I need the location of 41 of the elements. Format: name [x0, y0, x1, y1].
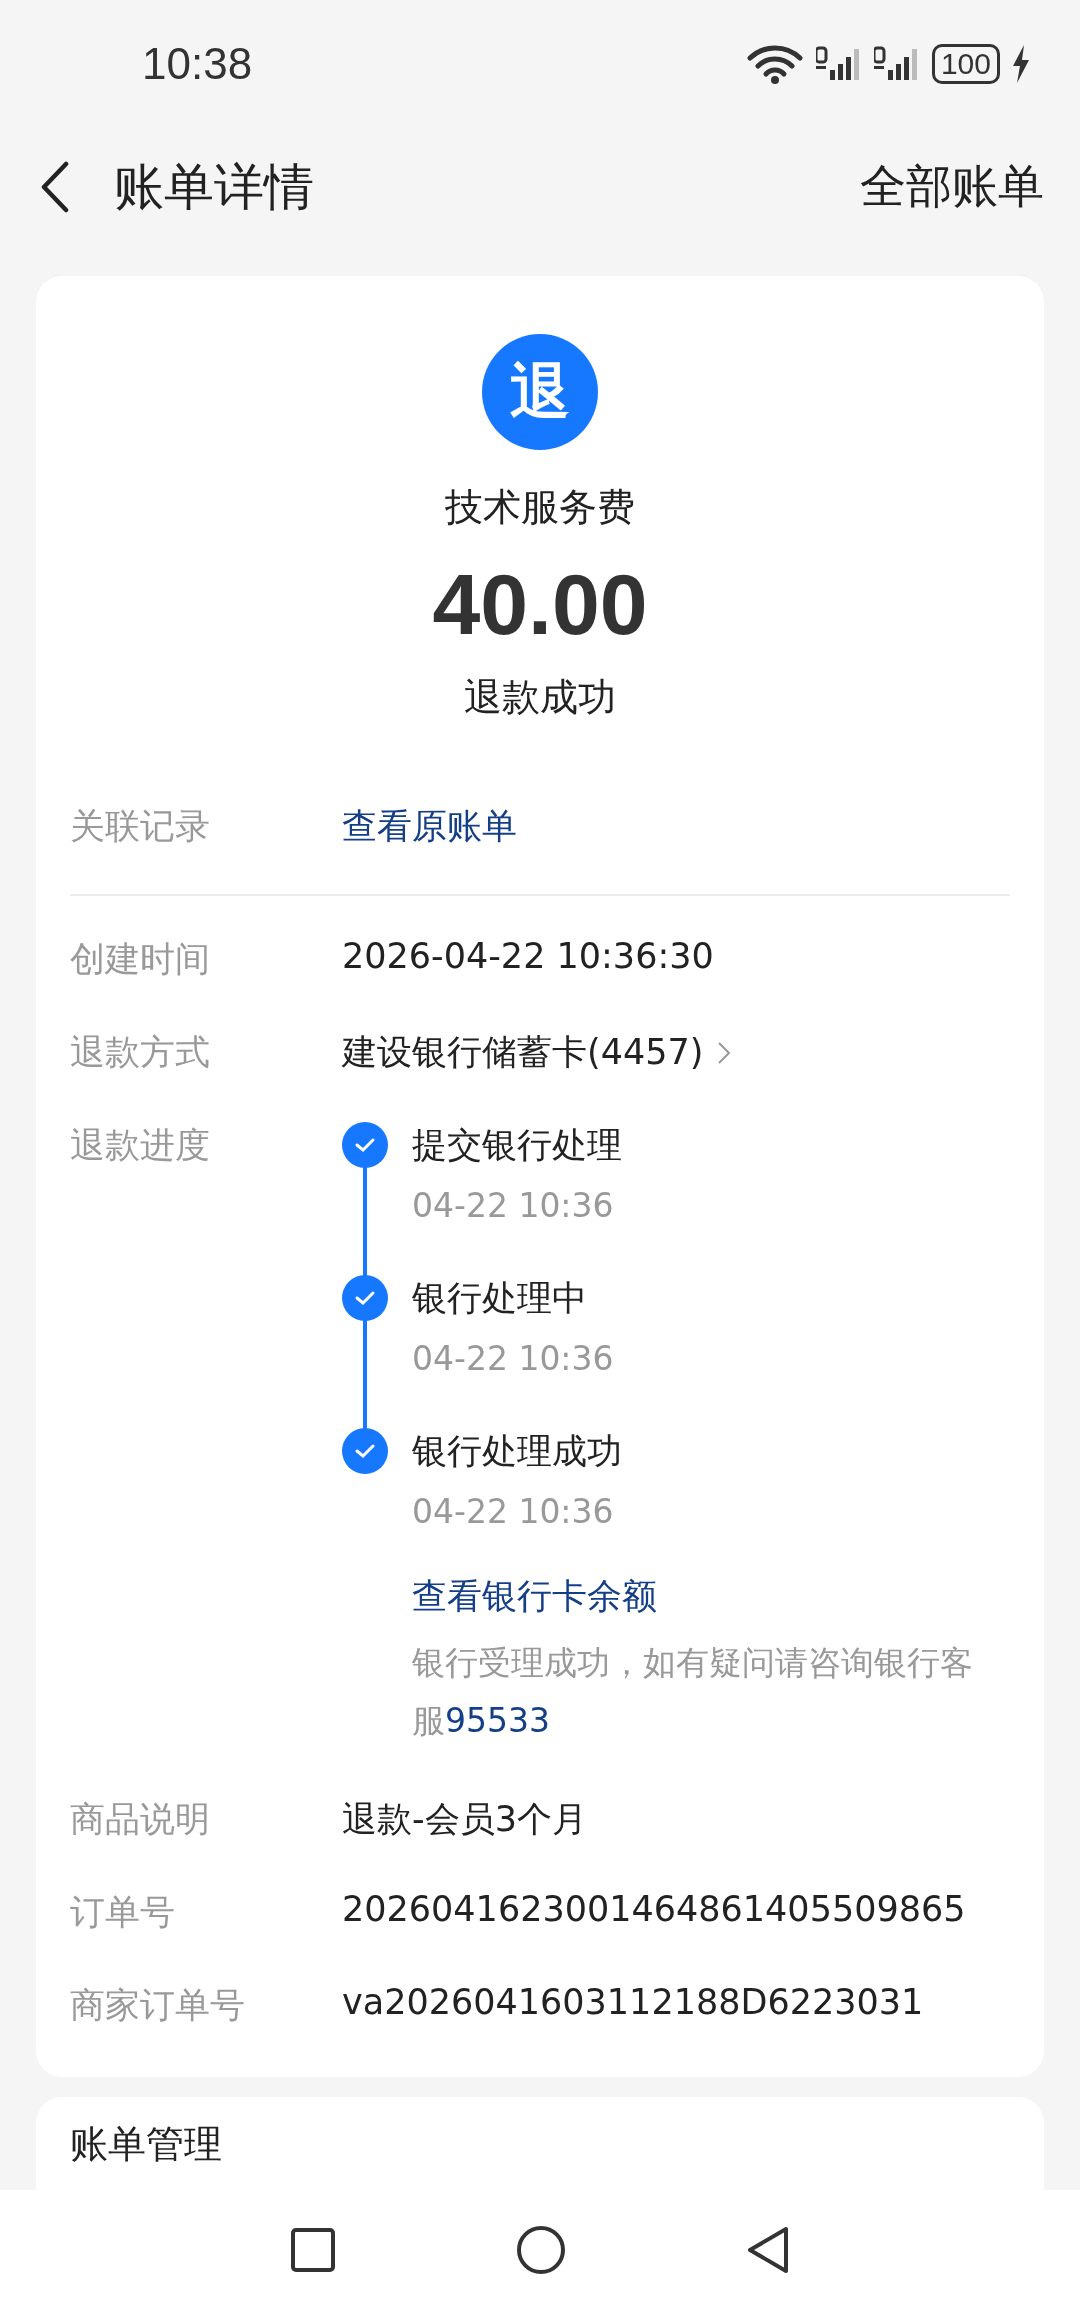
step-time: 04-22 10:36	[412, 1339, 614, 1378]
back-nav-button[interactable]	[746, 2225, 790, 2275]
step-time: 04-22 10:36	[412, 1186, 615, 1225]
section-title: 账单管理	[70, 2121, 223, 2168]
step-title: 提交银行处理	[412, 1124, 622, 1167]
wifi-icon	[745, 44, 804, 84]
field-label: 关联记录	[70, 805, 211, 848]
view-original-link[interactable]: 查看原账单	[342, 803, 517, 850]
chevron-icon	[717, 1040, 732, 1065]
home-button[interactable]	[516, 2225, 566, 2275]
page-title: 账单详情	[114, 156, 315, 218]
field-label: 退款方式	[70, 1031, 211, 1074]
field-label: 商品说明	[70, 1798, 211, 1841]
step-title: 银行处理中	[412, 1277, 588, 1320]
step-title: 银行处理成功	[412, 1430, 622, 1473]
refund-icon: 退	[482, 334, 598, 450]
circle-icon	[516, 2225, 566, 2275]
back-icon	[40, 161, 70, 213]
field-value: va2026041603112188D6223031	[342, 1982, 924, 2022]
phone-link[interactable]: 95533	[445, 1701, 550, 1740]
square-icon	[290, 2227, 336, 2273]
amount: 40.00	[432, 555, 648, 654]
bank-balance-link[interactable]: 查看银行卡余额	[412, 1576, 657, 1616]
refund-status: 退款成功	[464, 674, 616, 721]
field-label: 退款进度	[70, 1124, 211, 1167]
field-value: 2026-04-22 10:36:30	[342, 936, 714, 976]
field-value: 退款-会员3个月	[342, 1798, 587, 1841]
bank-note: 银行受理成功，如有疑问请咨询银行客服95533	[412, 1642, 974, 1742]
back-button[interactable]	[40, 161, 70, 213]
refund-method-link[interactable]: 建设银行储蓄卡(4457)	[342, 1029, 732, 1076]
field-label: 创建时间	[70, 938, 211, 981]
field-label: 订单号	[70, 1891, 176, 1934]
field-label: 商家订单号	[70, 1984, 246, 2027]
battery-icon: 100	[931, 44, 1000, 84]
step-time: 04-22 10:36	[412, 1492, 615, 1531]
triangle-icon	[746, 2225, 790, 2275]
merchant-name: 技术服务费	[445, 484, 635, 531]
clock: 10:38	[142, 39, 253, 89]
recents-button[interactable]	[290, 2227, 336, 2273]
all-bills-button[interactable]: 全部账单	[860, 156, 1044, 218]
field-value: 2026041623001464861405509865	[342, 1889, 966, 1929]
